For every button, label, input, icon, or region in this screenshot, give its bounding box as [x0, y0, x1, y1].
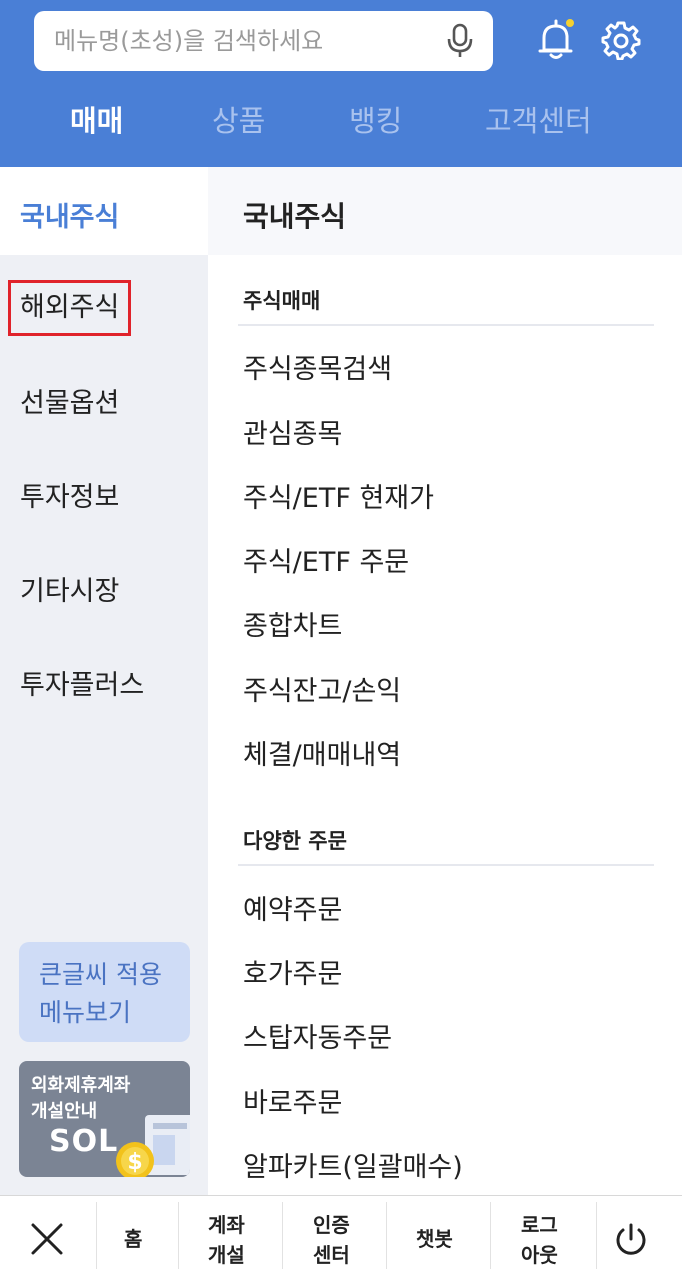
menu-item[interactable]: 주식/ETF 주문: [243, 540, 409, 579]
tab-products[interactable]: 상품: [212, 98, 265, 140]
search-bar[interactable]: [34, 11, 493, 71]
highlight-box: [8, 280, 131, 336]
logout-line2: 아웃: [521, 1243, 558, 1267]
sidebar-item-futures-options[interactable]: 선물옵션: [20, 381, 119, 420]
content-title-bar: 국내주식: [208, 167, 682, 255]
logout-line1: 로그: [521, 1213, 558, 1237]
logout-button[interactable]: 로그 아웃: [521, 1210, 558, 1269]
section-title-various-orders: 다양한 주문: [243, 829, 347, 853]
sidebar-item-investment-info[interactable]: 투자정보: [20, 475, 119, 514]
coin-icon: $: [116, 1115, 190, 1177]
menu-item[interactable]: 예약주문: [243, 888, 342, 927]
menu-item[interactable]: 호가주문: [243, 952, 342, 991]
power-icon[interactable]: [613, 1222, 649, 1258]
sidebar-item-domestic-stocks[interactable]: 국내주식: [20, 195, 119, 234]
mic-icon[interactable]: [445, 23, 475, 59]
menu-item[interactable]: 관심종목: [243, 412, 342, 451]
sidebar-item-investment-plus[interactable]: 투자플러스: [20, 663, 144, 702]
menu-content: 국내주식 주식매매 주식종목검색 관심종목 주식/ETF 현재가 주식/ETF …: [208, 167, 682, 1195]
large-font-label-line1: 큰글씨 적용: [39, 960, 162, 989]
sidebar-item-other-markets[interactable]: 기타시장: [20, 569, 119, 608]
page-title: 국내주식: [243, 200, 347, 233]
tab-banking[interactable]: 뱅킹: [349, 98, 402, 140]
menu-item[interactable]: 주식/ETF 현재가: [243, 476, 434, 515]
home-button[interactable]: 홈: [124, 1224, 142, 1254]
bottom-divider: [386, 1202, 387, 1269]
bell-icon[interactable]: [536, 18, 576, 62]
tab-customer-center[interactable]: 고객센터: [485, 98, 592, 140]
section-title-stock-trading: 주식매매: [243, 289, 321, 313]
cert-center-button[interactable]: 인증 센터: [313, 1210, 350, 1269]
account-open-line2: 개설: [208, 1243, 245, 1267]
chatbot-button[interactable]: 챗봇: [416, 1224, 453, 1254]
menu-item[interactable]: 종합차트: [243, 604, 342, 643]
tab-trading[interactable]: 매매: [70, 98, 123, 140]
menu-item[interactable]: 알파카트(일괄매수): [243, 1145, 463, 1184]
bottom-divider: [96, 1202, 97, 1269]
bottom-divider: [178, 1202, 179, 1269]
search-input[interactable]: [54, 27, 434, 55]
large-font-label-line2: 메뉴보기: [39, 998, 132, 1027]
bottom-divider: [282, 1202, 283, 1269]
main-tabs: 매매 상품 뱅킹 고객센터: [0, 98, 682, 144]
banner-line1: 외화제휴계좌: [31, 1075, 131, 1096]
sol-logo: SOL: [49, 1124, 119, 1159]
gear-icon[interactable]: [601, 20, 641, 60]
account-open-button[interactable]: 계좌 개설: [208, 1210, 245, 1269]
menu-item[interactable]: 주식종목검색: [243, 347, 392, 386]
cert-center-line2: 센터: [313, 1243, 350, 1267]
category-sidebar: 국내주식 해외주식 선물옵션 투자정보 기타시장 투자플러스 큰글씨 적용 메뉴…: [0, 167, 208, 1195]
bottom-bar: 홈 계좌 개설 인증 센터 챗봇 로그 아웃: [0, 1195, 682, 1269]
menu-item[interactable]: 주식잔고/손익: [243, 669, 401, 708]
menu-item[interactable]: 스탑자동주문: [243, 1016, 392, 1055]
section-divider: [238, 324, 654, 326]
menu-item[interactable]: 바로주문: [243, 1081, 342, 1120]
header: 매매 상품 뱅킹 고객센터: [0, 0, 682, 167]
bottom-divider: [490, 1202, 491, 1269]
close-icon[interactable]: [30, 1222, 64, 1256]
account-open-line1: 계좌: [208, 1213, 245, 1237]
menu-item[interactable]: 체결/매매내역: [243, 733, 401, 772]
forex-account-banner[interactable]: 외화제휴계좌 개설안내 SOL $: [19, 1061, 190, 1177]
bottom-divider: [596, 1202, 597, 1269]
svg-text:$: $: [127, 1150, 142, 1175]
cert-center-line1: 인증: [313, 1213, 350, 1237]
large-font-menu-button[interactable]: 큰글씨 적용 메뉴보기: [19, 942, 190, 1042]
section-divider: [238, 864, 654, 866]
